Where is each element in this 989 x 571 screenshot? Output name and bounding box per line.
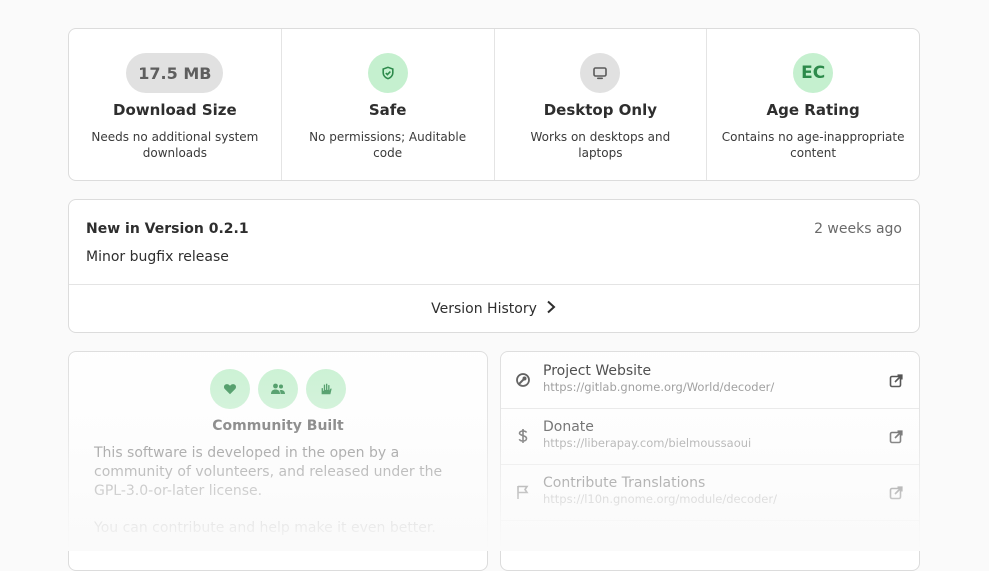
tile-safety[interactable]: Safe No permissions; Auditable code: [280, 29, 494, 180]
desktop-icon: [580, 53, 621, 93]
community-title: Community Built: [212, 418, 344, 434]
tile-download-size[interactable]: 17.5 MB Download Size Needs no additiona…: [69, 29, 281, 180]
external-link-icon: [889, 373, 903, 388]
shield-check-icon: [367, 53, 408, 93]
link-title: Donate: [543, 419, 594, 435]
links-card: Project Website https://gitlab.gnome.org…: [500, 351, 920, 571]
donate-link[interactable]: Donate https://liberapay.com/bielmoussao…: [501, 408, 919, 465]
link-url: https://liberapay.com/bielmoussaoui: [543, 436, 752, 450]
context-tiles: 17.5 MB Download Size Needs no additiona…: [68, 28, 920, 181]
chevron-right-icon: [545, 300, 557, 318]
people-icon: [258, 369, 298, 409]
tile-title: Desktop Only: [543, 101, 658, 119]
version-time: 2 weeks ago: [814, 221, 902, 237]
community-badges: [69, 369, 487, 409]
dollar-icon: [515, 428, 531, 444]
age-rating-pill: EC: [793, 53, 834, 93]
tile-description: No permissions; Auditable code: [309, 130, 467, 160]
version-heading: New in Version 0.2.1: [86, 221, 249, 237]
community-contribute-text: You can contribute and help make it even…: [94, 520, 436, 536]
version-history-button[interactable]: Version History: [69, 285, 919, 332]
link-text: Donate https://liberapay.com/bielmoussao…: [543, 419, 751, 450]
external-link-icon: [889, 485, 903, 500]
download-size-pill: 17.5 MB: [126, 53, 224, 93]
project-website-link[interactable]: Project Website https://gitlab.gnome.org…: [501, 352, 919, 409]
external-link-icon: [889, 429, 903, 444]
version-card: New in Version 0.2.1 2 weeks ago Minor b…: [68, 199, 920, 333]
tile-description: Works on desktops and laptops: [530, 130, 671, 160]
link-title: Project Website: [543, 363, 652, 379]
tile-age-rating[interactable]: EC Age Rating Contains no age-inappropri…: [706, 29, 919, 180]
tile-title: Download Size: [113, 101, 237, 119]
link-text: Project Website https://gitlab.gnome.org…: [543, 363, 774, 394]
tile-hardware[interactable]: Desktop Only Works on desktops and lapto…: [493, 29, 707, 180]
hand-raised-icon: [306, 369, 346, 409]
contribute-translations-link[interactable]: Contribute Translations https://l10n.gno…: [501, 464, 919, 521]
link-text: Contribute Translations https://l10n.gno…: [543, 475, 777, 506]
tile-title: Age Rating: [766, 101, 860, 119]
community-description: This software is developed in the open b…: [94, 445, 443, 499]
tile-description: Contains no age-inappropriate content: [721, 130, 905, 160]
link-title: Contribute Translations: [543, 475, 706, 491]
tile-description: Needs no additional system downloads: [91, 130, 259, 160]
tile-title: Safe: [368, 101, 407, 119]
community-card: Community Built This software is develop…: [68, 351, 488, 571]
gitlab-icon: [515, 372, 531, 388]
release-notes: Minor bugfix release: [86, 249, 229, 265]
flag-icon: [515, 484, 531, 500]
link-url: https://gitlab.gnome.org/World/decoder/: [543, 380, 775, 394]
heart-icon: [210, 369, 250, 409]
version-history-label: Version History: [431, 301, 537, 317]
link-url: https://l10n.gnome.org/module/decoder/: [543, 492, 777, 506]
